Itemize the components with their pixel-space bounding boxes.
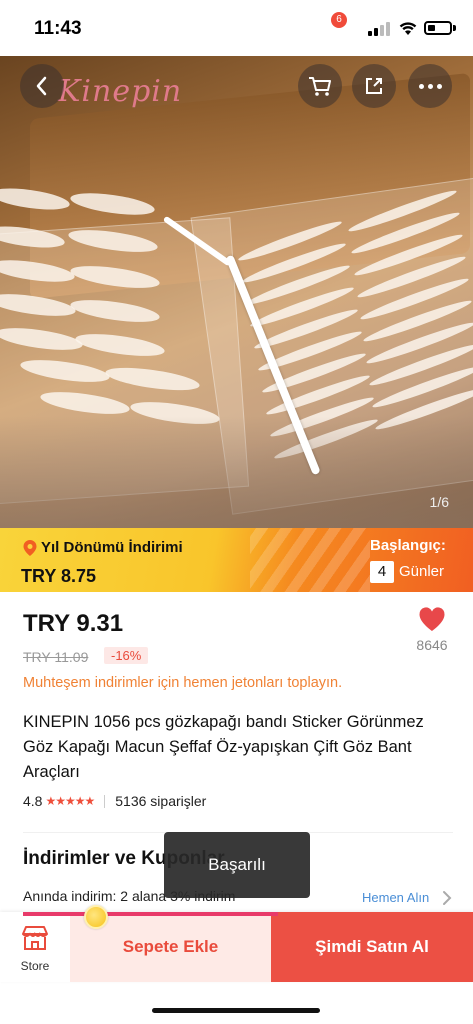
get-now-link[interactable]: Hemen Alın <box>362 890 429 905</box>
promo-price: TRY 8.75 <box>21 566 97 586</box>
coin-progress-bar <box>23 912 278 916</box>
chevron-right-icon[interactable] <box>440 889 454 907</box>
cart-icon <box>309 77 331 96</box>
store-label: Store <box>20 959 50 973</box>
promo-stripes <box>250 528 370 592</box>
cart-button[interactable] <box>298 64 342 108</box>
more-dots-icon <box>418 83 442 89</box>
cart-count-badge: 6 <box>331 12 347 28</box>
wishlist-button[interactable] <box>412 606 452 637</box>
share-icon <box>366 78 382 94</box>
promo-start-label: Başlangıç: <box>370 537 446 554</box>
anniversary-sale-banner[interactable]: Yıl Dönümü İndirimi TRY 8.75 Başlangıç: … <box>0 528 473 592</box>
rating-value: 4.8 <box>23 793 43 809</box>
image-counter: 1/6 <box>429 494 449 510</box>
coin-progress-fill <box>23 912 278 916</box>
wifi-icon <box>399 22 417 35</box>
heart-icon <box>419 607 445 631</box>
discount-badge: -16% <box>104 647 149 664</box>
more-button[interactable] <box>408 64 452 108</box>
orders-count: 5136 siparişler <box>115 793 207 809</box>
promo-days-label: Günler <box>399 563 445 580</box>
battery-icon <box>424 21 452 35</box>
status-bar: 11:43 <box>0 0 473 56</box>
coin-icon[interactable] <box>84 905 108 929</box>
original-price: TRY 11.09 <box>23 649 89 665</box>
rating-row[interactable]: 4.8 ★★★★★ 5136 siparişler <box>23 793 206 809</box>
buy-now-button[interactable]: Şimdi Satın Al <box>271 912 473 982</box>
product-price: TRY 9.31 <box>23 610 124 637</box>
star-rating-icon: ★★★★★ <box>45 794 95 808</box>
promo-days-value: 4 <box>370 561 394 583</box>
status-time: 11:43 <box>34 18 82 39</box>
chevron-left-icon <box>36 76 47 96</box>
brand-logo: Kinepin <box>58 74 183 109</box>
separator <box>104 794 106 808</box>
share-button[interactable] <box>352 64 396 108</box>
product-image-gallery[interactable]: Kinepin 1/6 <box>0 56 473 528</box>
store-icon <box>22 926 48 950</box>
success-toast: Başarılı <box>164 832 310 898</box>
wishlist-count: 8646 <box>416 637 448 653</box>
back-button[interactable] <box>20 64 64 108</box>
battery-tip <box>453 25 456 31</box>
coin-collect-link[interactable]: Muhteşem indirimler için hemen jetonları… <box>23 675 342 691</box>
toast-message: Başarılı <box>208 855 266 874</box>
product-title: KINEPIN 1056 pcs gözkapağı bandı Sticker… <box>23 713 424 781</box>
location-pin-icon <box>23 540 37 556</box>
cellular-signal-icon <box>368 22 392 36</box>
store-button[interactable]: Store <box>0 912 70 982</box>
bottom-action-bar: Store Sepete Ekle Şimdi Satın Al <box>0 912 473 982</box>
promo-title: Yıl Dönümü İndirimi <box>41 539 183 556</box>
home-indicator <box>152 1008 320 1013</box>
cloth-graphic <box>0 416 473 528</box>
